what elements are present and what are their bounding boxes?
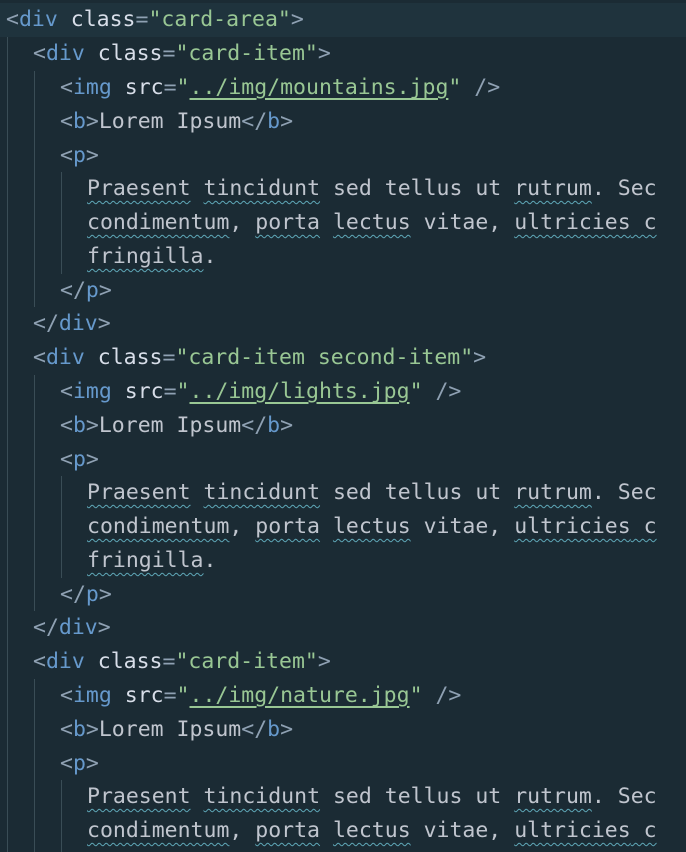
code-line[interactable]: <p> xyxy=(0,747,686,781)
paragraph-text: , xyxy=(229,818,256,843)
file-link[interactable]: ../img/mountains.jpg xyxy=(190,75,449,100)
code-line[interactable]: <b>Lorem Ipsum</b> xyxy=(0,409,686,443)
spelling-word: fringilla xyxy=(87,244,204,269)
paragraph-text: . xyxy=(203,548,217,573)
spelling-word: rutrum xyxy=(514,480,592,505)
paragraph-text: sed tellus ut xyxy=(332,480,502,505)
code-line[interactable]: </p> xyxy=(0,578,686,612)
code-line[interactable]: <img src="../img/mountains.jpg" /> xyxy=(0,71,686,105)
paragraph-text xyxy=(320,210,333,235)
code-line[interactable]: <b>Lorem Ipsum</b> xyxy=(0,105,686,139)
spelling-word: tincidunt xyxy=(203,784,321,809)
attribute-value: card-area xyxy=(161,7,278,32)
spelling-word: ultricies xyxy=(514,514,631,539)
spelling-word: lectus xyxy=(332,514,411,539)
code-line[interactable]: <b>Lorem Ipsum</b> xyxy=(0,713,686,747)
file-link[interactable]: ../img/lights.jpg xyxy=(190,379,410,404)
spelling-word: lectus xyxy=(332,210,411,235)
code-editor[interactable]: <div class="card-area"> <div class="card… xyxy=(0,0,686,852)
code-line[interactable]: <div class="card-item"> xyxy=(0,37,686,71)
spelling-word: condimentum xyxy=(87,514,230,539)
spelling-word: Praesent xyxy=(87,176,191,201)
spelling-word: c xyxy=(630,210,657,235)
code-line[interactable]: </div> xyxy=(0,611,686,645)
bold-text: Lorem Ipsum xyxy=(98,109,242,134)
paragraph-text: . xyxy=(203,244,217,269)
spelling-word: c xyxy=(630,818,657,843)
code-line[interactable]: Praesent tincidunt sed tellus ut rutrum.… xyxy=(0,780,686,814)
attribute-name: class xyxy=(70,7,136,32)
attribute-value: card-item xyxy=(188,649,305,674)
code-line[interactable]: </div> xyxy=(0,307,686,341)
spelling-word: condimentum xyxy=(87,210,230,235)
tag-name: div xyxy=(18,7,58,32)
spelling-word: ultricies xyxy=(514,818,631,843)
spelling-word: porta xyxy=(255,210,321,235)
file-link[interactable]: ../img/nature.jpg xyxy=(190,683,410,708)
code-line[interactable]: <div class="card-item second-item"> xyxy=(0,341,686,375)
paragraph-text: vitae, xyxy=(410,210,515,235)
paragraph-text: sed tellus ut xyxy=(332,784,502,809)
paragraph-text xyxy=(320,818,333,843)
spelling-word: fringilla xyxy=(87,548,204,573)
spelling-word: tincidunt xyxy=(203,176,321,201)
attribute-value: card-item second-item xyxy=(188,345,461,370)
spelling-word: condimentum xyxy=(87,818,230,843)
spelling-word: lectus xyxy=(332,818,411,843)
code-line[interactable]: <p> xyxy=(0,443,686,477)
paragraph-text: vitae, xyxy=(410,514,515,539)
code-line[interactable]: Praesent tincidunt sed tellus ut rutrum.… xyxy=(0,172,686,206)
bold-text: Lorem Ipsum xyxy=(98,717,242,742)
paragraph-text: . Sec xyxy=(591,784,657,809)
code-line[interactable]: <div class="card-item"> xyxy=(0,645,686,679)
code-line[interactable]: </p> xyxy=(0,274,686,308)
code-line[interactable]: <img src="../img/lights.jpg" /> xyxy=(0,375,686,409)
code-line[interactable]: condimentum, porta lectus vitae, ultrici… xyxy=(0,510,686,544)
code-line[interactable]: fringilla. xyxy=(0,240,686,274)
spelling-word: rutrum xyxy=(514,784,592,809)
paragraph-text: . Sec xyxy=(591,480,657,505)
spelling-word: tincidunt xyxy=(203,480,321,505)
paragraph-text: vitae, xyxy=(410,818,515,843)
code-line[interactable]: fringilla. xyxy=(0,544,686,578)
spelling-word: Praesent xyxy=(87,480,191,505)
paragraph-text: , xyxy=(229,514,256,539)
code-line-current[interactable]: <div class="card-area"> xyxy=(0,3,686,37)
code-line[interactable]: condimentum, porta lectus vitae, ultrici… xyxy=(0,814,686,848)
paragraph-text: sed tellus ut xyxy=(332,176,502,201)
spelling-word: ultricies xyxy=(514,210,631,235)
spelling-word: c xyxy=(630,514,657,539)
paragraph-text: . Sec xyxy=(591,176,657,201)
spelling-word: rutrum xyxy=(514,176,592,201)
paragraph-text: , xyxy=(229,210,256,235)
code-line[interactable]: <p> xyxy=(0,139,686,173)
spelling-word: porta xyxy=(255,818,321,843)
spelling-word: porta xyxy=(255,514,321,539)
attribute-value: card-item xyxy=(188,41,305,66)
code-line[interactable]: condimentum, porta lectus vitae, ultrici… xyxy=(0,206,686,240)
paragraph-text xyxy=(320,514,333,539)
code-line[interactable]: Praesent tincidunt sed tellus ut rutrum.… xyxy=(0,476,686,510)
bold-text: Lorem Ipsum xyxy=(98,413,242,438)
code-line[interactable]: <img src="../img/nature.jpg" /> xyxy=(0,679,686,713)
spelling-word: Praesent xyxy=(87,784,191,809)
